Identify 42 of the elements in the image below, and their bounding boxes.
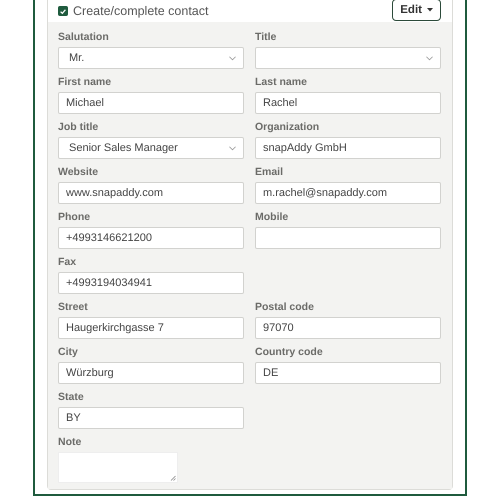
select-field[interactable]: Senior Sales Manager <box>58 137 244 159</box>
checkbox[interactable] <box>58 6 68 16</box>
input-field[interactable]: Würzburg <box>58 362 244 384</box>
input-field[interactable]: BY <box>58 407 244 429</box>
input-field[interactable]: +4993146621200 <box>58 227 244 249</box>
select-field[interactable] <box>255 47 441 69</box>
field-label: Phone <box>58 210 92 224</box>
field-label: Street <box>58 300 89 314</box>
edit-button[interactable]: Edit <box>392 0 441 21</box>
input-field[interactable] <box>255 227 441 249</box>
field-label: Last name <box>255 75 308 89</box>
input-field[interactable]: www.snapaddy.com <box>58 182 244 204</box>
input-field[interactable]: Rachel <box>255 92 441 114</box>
input-field[interactable]: snapAddy GmbH <box>255 137 441 159</box>
input-field[interactable]: Michael <box>58 92 244 114</box>
field-label: Fax <box>58 255 78 269</box>
field-label: Salutation <box>58 30 110 44</box>
field-label: Postal code <box>255 300 315 314</box>
chevron-down-icon <box>229 56 236 60</box>
field-label: Organization <box>255 120 320 134</box>
field-label: City <box>58 345 79 359</box>
chevron-down-icon <box>229 146 236 150</box>
resize-handle-icon[interactable] <box>170 475 176 481</box>
field-label: Email <box>255 165 284 179</box>
chevron-down-icon <box>426 56 433 60</box>
select-field[interactable]: Mr. <box>58 47 244 69</box>
input-field[interactable]: DE <box>255 362 441 384</box>
input-field[interactable]: 97070 <box>255 317 441 339</box>
field-label: Title <box>255 30 278 44</box>
checkbox-label: Create/complete contact <box>73 4 208 18</box>
field-label: Mobile <box>255 210 290 224</box>
note-field[interactable] <box>58 452 178 483</box>
field-label: Job title <box>58 120 100 134</box>
field-label: State <box>58 390 85 404</box>
caret-icon <box>427 8 433 12</box>
input-field[interactable]: m.rachel@snapaddy.com <box>255 182 441 204</box>
field-label: Note <box>58 435 82 449</box>
input-field[interactable]: Haugerkirchgasse 7 <box>58 317 244 339</box>
field-label: Country code <box>255 345 324 359</box>
input-field[interactable]: +4993194034941 <box>58 272 244 294</box>
field-label: First name <box>58 75 112 89</box>
field-label: Website <box>58 165 100 179</box>
